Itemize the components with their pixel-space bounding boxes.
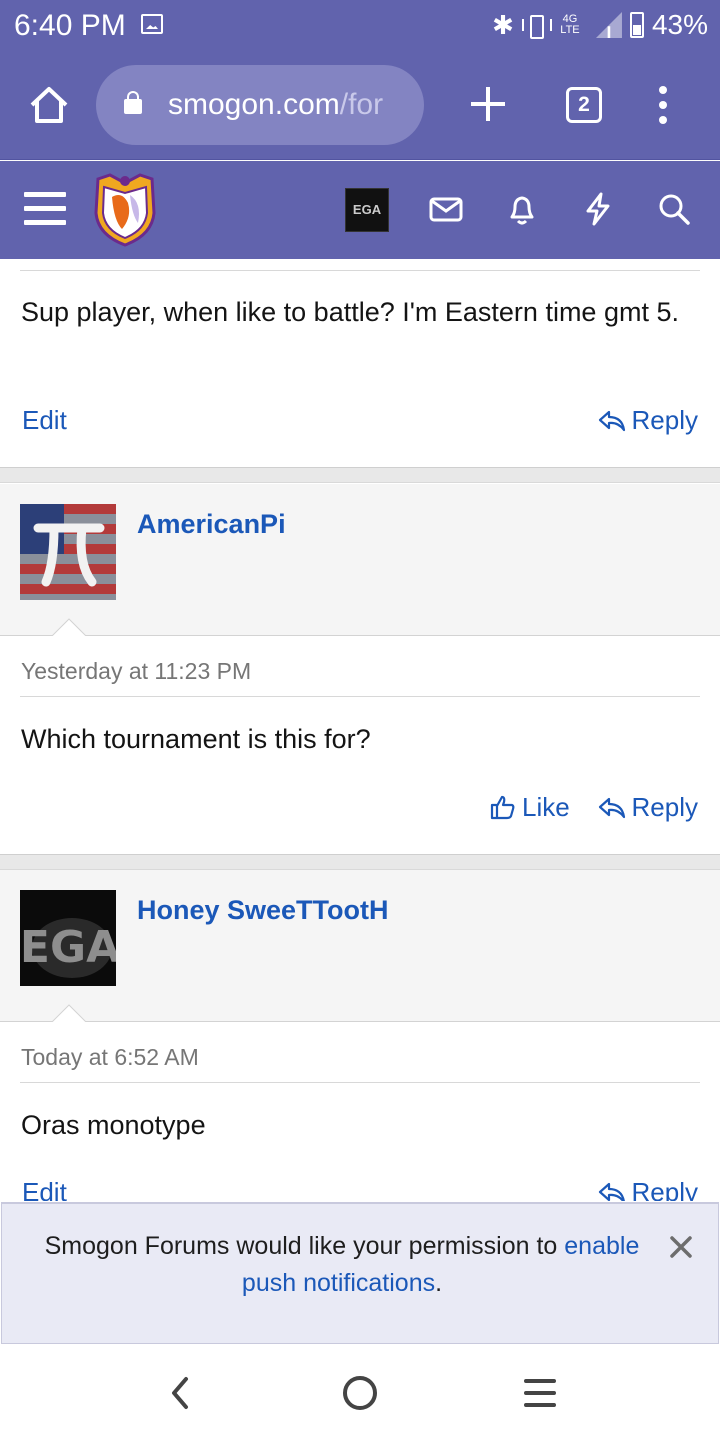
post-timestamp[interactable]: Yesterday at 11:23 PM	[21, 658, 251, 685]
recents-icon[interactable]	[518, 1373, 562, 1413]
reply-icon	[598, 1182, 625, 1201]
caret	[52, 1004, 86, 1022]
reply-icon	[598, 410, 625, 432]
network-type: 4G LTE	[560, 13, 580, 36]
browser-toolbar: smogon.com/for 2	[0, 50, 720, 160]
battery-icon	[629, 12, 644, 38]
push-message: Smogon Forums would like your permission…	[44, 1232, 640, 1297]
home-icon	[30, 87, 68, 123]
post: Today at 6:52 AM Oras monotype Edit Repl…	[0, 1022, 720, 1201]
post-author[interactable]: AmericanPi	[137, 509, 286, 540]
avatar[interactable]	[20, 504, 116, 600]
edit-link[interactable]: Edit	[22, 405, 67, 436]
divider	[20, 1082, 700, 1083]
post: Sup player, when like to battle? I'm Eas…	[0, 259, 720, 467]
reply-button[interactable]: Reply	[598, 792, 698, 823]
post-timestamp[interactable]: Today at 6:52 AM	[21, 1044, 199, 1071]
bluetooth-icon: ✱	[492, 10, 514, 40]
forum-header: EGA	[0, 161, 720, 259]
home-button[interactable]	[28, 84, 70, 126]
bell-icon[interactable]	[504, 191, 540, 227]
post-author-box: AmericanPi	[0, 484, 720, 636]
thread-content: Sup player, when like to battle? I'm Eas…	[0, 259, 720, 1201]
post-separator	[0, 467, 720, 483]
reply-icon	[598, 797, 625, 819]
reply-button[interactable]: Reply	[598, 405, 698, 436]
new-tab-button[interactable]	[468, 84, 508, 124]
system-nav-bar	[0, 1345, 720, 1440]
push-notification-banner: Smogon Forums would like your permission…	[1, 1202, 719, 1344]
status-time: 6:40 PM	[14, 9, 126, 42]
post-author-box: EGA Honey SweeTTootH	[0, 870, 720, 1022]
back-icon[interactable]	[158, 1373, 202, 1413]
close-icon[interactable]	[668, 1234, 694, 1260]
smogon-logo[interactable]	[92, 173, 158, 247]
post-separator	[0, 854, 720, 870]
overflow-menu-button[interactable]	[658, 86, 668, 126]
post-author[interactable]: Honey SweeTTootH	[137, 895, 389, 926]
lock-icon	[124, 91, 142, 114]
reply-button[interactable]: Reply	[598, 1177, 698, 1201]
post-body: Sup player, when like to battle? I'm Eas…	[21, 297, 679, 327]
tab-switcher-button[interactable]: 2	[566, 87, 602, 123]
user-avatar[interactable]: EGA	[345, 188, 389, 232]
thumbs-up-icon	[490, 795, 515, 820]
url-text: smogon.com/for	[168, 88, 384, 121]
gallery-icon	[141, 14, 163, 34]
post-body: Which tournament is this for?	[21, 724, 371, 754]
edit-link[interactable]: Edit	[22, 1177, 67, 1201]
caret	[52, 618, 86, 636]
avatar[interactable]: EGA	[20, 890, 116, 986]
search-icon[interactable]	[656, 191, 692, 227]
plus-icon	[471, 87, 505, 121]
status-bar: 6:40 PM ✱ 4G LTE 43%	[0, 0, 720, 50]
post: Yesterday at 11:23 PM Which tournament i…	[0, 636, 720, 854]
vibrate-icon	[521, 12, 552, 39]
bolt-icon[interactable]	[580, 191, 616, 227]
divider	[20, 270, 700, 271]
avatar-text: EGA	[20, 922, 116, 973]
status-icons: ✱ 4G LTE 43%	[492, 8, 708, 42]
signal-icon	[592, 12, 622, 38]
battery-percent: 43%	[651, 9, 708, 40]
menu-icon[interactable]	[24, 192, 66, 226]
mail-icon[interactable]	[428, 191, 464, 227]
like-button[interactable]: Like	[490, 792, 570, 823]
url-bar[interactable]: smogon.com/for	[96, 65, 424, 145]
home-icon[interactable]	[338, 1373, 382, 1413]
divider	[20, 696, 700, 697]
post-body: Oras monotype	[21, 1110, 206, 1140]
